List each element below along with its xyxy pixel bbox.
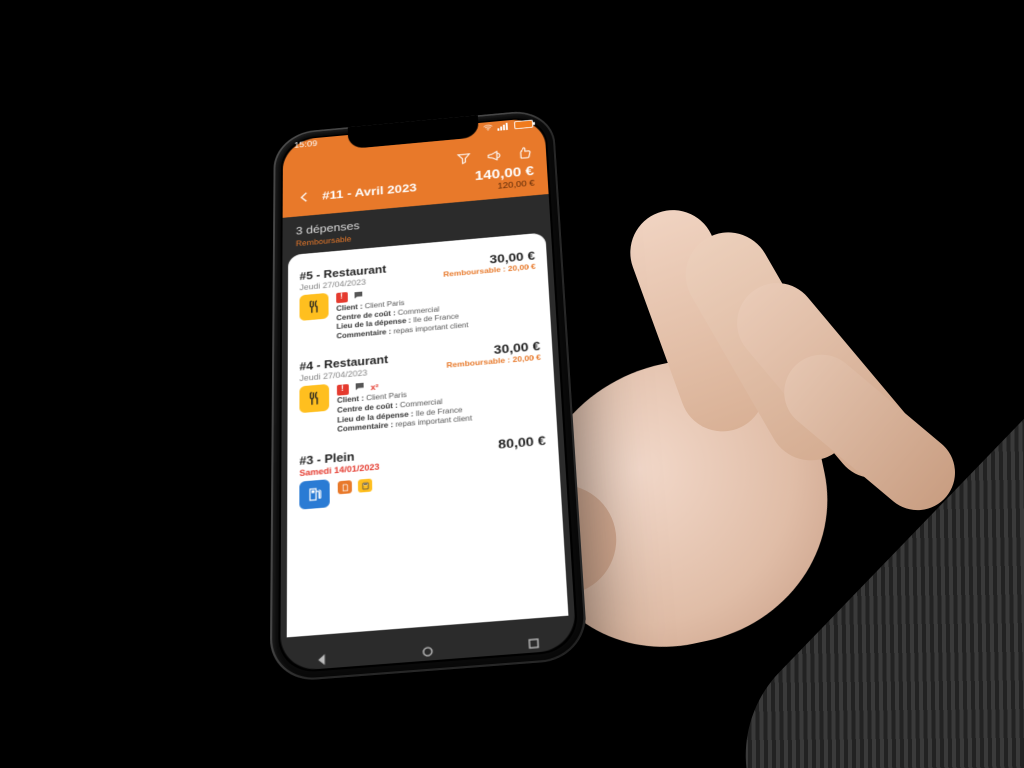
thumbs-up-icon[interactable] [515,145,533,161]
expense-amount: 80,00 € [498,433,546,452]
document-icon [338,480,352,494]
fuel-icon [299,479,329,509]
calculator-icon [358,479,372,493]
back-button[interactable] [296,189,313,205]
filter-icon[interactable] [455,151,473,167]
warning-icon [336,292,348,303]
duplicate-icon: x² [371,382,379,392]
wifi-icon [482,122,494,132]
signal-icon [497,122,511,131]
megaphone-icon[interactable] [485,148,503,164]
warning-icon [337,384,349,396]
utensils-icon [299,384,329,413]
phone-frame: 15:09 [270,108,589,683]
comment-icon [354,381,366,395]
comment-icon [353,290,365,304]
app-screen: #11 - Avril 2023 140,00 € 120,00 € 3 dép… [280,117,577,672]
expense-list: #5 - Restaurant Jeudi 27/04/2023 30,00 €… [287,232,569,637]
utensils-icon [300,293,329,321]
status-time: 15:09 [294,139,317,150]
report-title: #11 - Avril 2023 [322,181,417,202]
